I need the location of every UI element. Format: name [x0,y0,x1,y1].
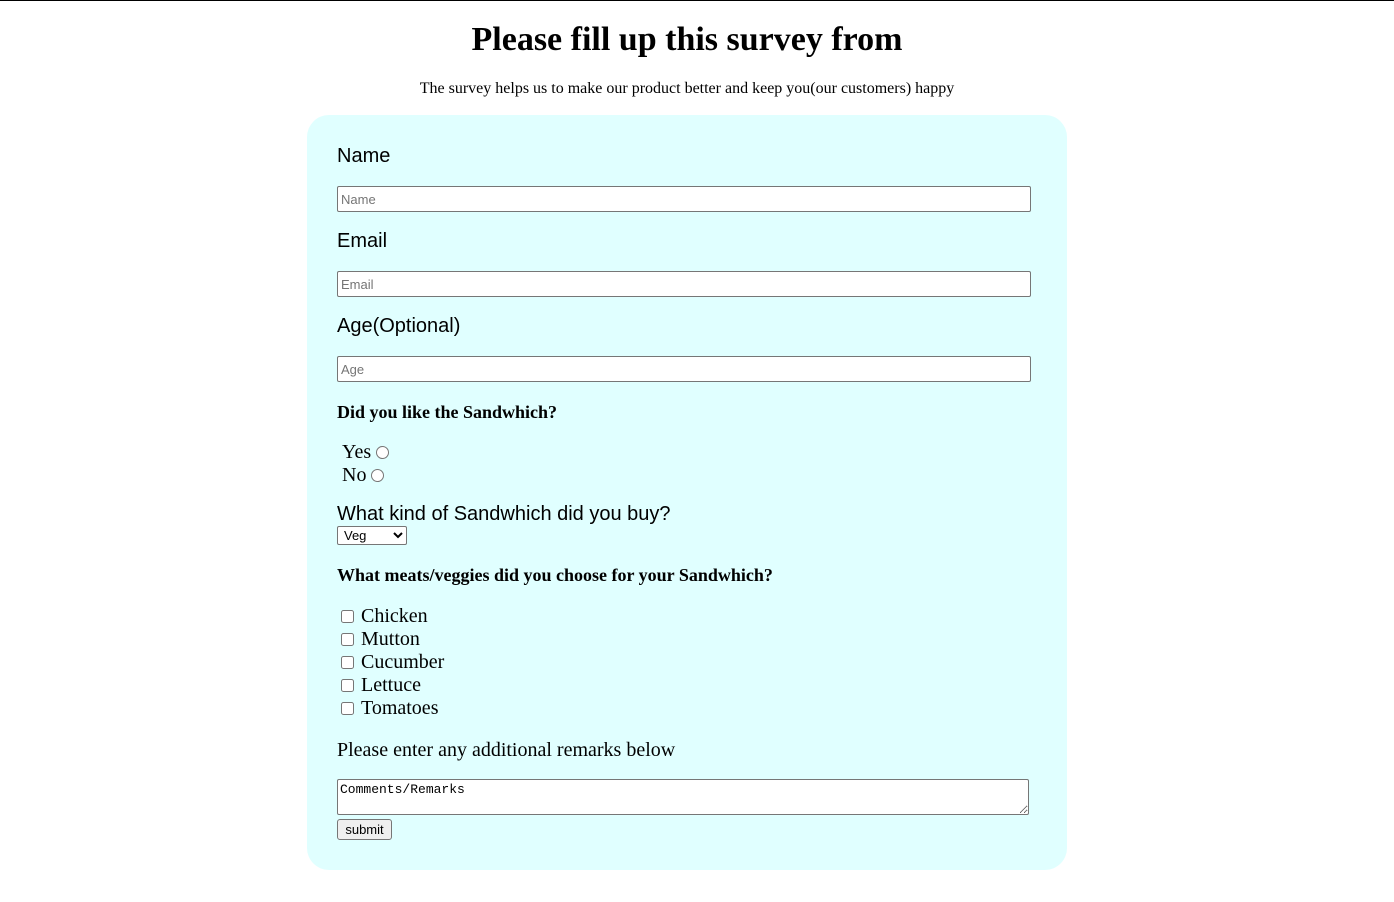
radio-yes-label: Yes [342,441,372,463]
checkbox-lettuce-label: Lettuce [361,674,421,696]
email-label: Email [337,230,388,252]
page-title: Please fill up this survey from [471,21,903,58]
checkbox-tomatoes[interactable] [341,702,354,715]
checkbox-cucumber[interactable] [341,656,354,669]
checkbox-chicken[interactable] [341,610,354,623]
radio-yes[interactable] [376,446,390,459]
sandwich-type-label: What kind of Sandwhich did you buy? [337,503,671,525]
fillings-question: What meats/veggies did you choose for yo… [337,565,773,585]
radio-no-row: No [342,464,385,487]
radio-no[interactable] [371,469,385,482]
radio-no-label: No [342,464,367,486]
submit-button[interactable]: submit [337,819,392,840]
remarks-textarea[interactable]: Comments/Remarks [337,779,1029,815]
checkbox-chicken-row[interactable]: Chicken [341,605,428,628]
checkbox-lettuce-row[interactable]: Lettuce [341,674,421,697]
survey-form: Name Email Age(Optional) Did you like th… [307,115,1067,870]
name-label: Name [337,145,391,167]
top-divider [0,0,1394,1]
checkbox-tomatoes-label: Tomatoes [361,697,439,719]
checkbox-mutton-row[interactable]: Mutton [341,628,420,651]
checkbox-cucumber-label: Cucumber [361,651,445,673]
email-input[interactable] [337,271,1031,297]
sandwich-type-select[interactable]: Veg [337,526,407,545]
radio-yes-row: Yes [342,441,390,464]
like-question: Did you like the Sandwhich? [337,402,558,422]
checkbox-tomatoes-row[interactable]: Tomatoes [341,697,438,720]
name-input[interactable] [337,186,1031,212]
checkbox-chicken-label: Chicken [361,605,428,627]
checkbox-mutton[interactable] [341,633,354,646]
remarks-label: Please enter any additional remarks belo… [337,739,676,761]
checkbox-lettuce[interactable] [341,679,354,692]
age-input[interactable] [337,356,1031,382]
age-label: Age(Optional) [337,315,461,337]
page-description: The survey helps us to make our product … [419,80,955,97]
checkbox-mutton-label: Mutton [361,628,420,650]
checkbox-cucumber-row[interactable]: Cucumber [341,651,444,674]
